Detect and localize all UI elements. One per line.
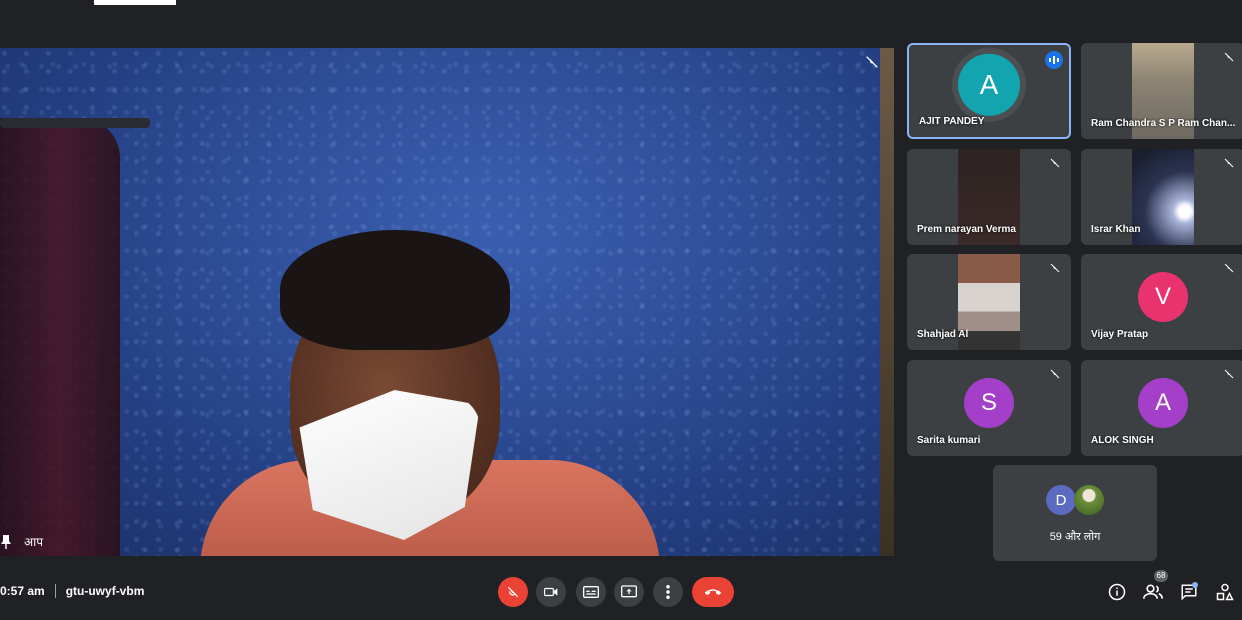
participant-name: Vijay Pratap bbox=[1091, 329, 1149, 340]
bottom-control-bar: 0:57 am gtu-uwyf-vbm 68 bbox=[0, 562, 1242, 620]
avatar: S bbox=[964, 378, 1014, 428]
more-options-button[interactable] bbox=[653, 577, 683, 607]
more-participants-label: 59 और लोग bbox=[1049, 531, 1101, 543]
participant-tile-prem-narayan-verma[interactable]: Prem narayan Verma bbox=[907, 149, 1071, 245]
participant-name: AJIT PANDEY bbox=[919, 116, 985, 127]
curtain-rod bbox=[0, 118, 150, 128]
leave-call-button[interactable] bbox=[692, 577, 734, 607]
curtain bbox=[0, 118, 120, 556]
participant-tile-ajit-pandey[interactable]: A AJIT PANDEY bbox=[907, 43, 1071, 139]
participant-tile-shahjad-al[interactable]: Shahjad Al bbox=[907, 254, 1071, 350]
participants-button[interactable] bbox=[1143, 582, 1163, 602]
divider bbox=[54, 584, 56, 598]
top-bar bbox=[0, 0, 1242, 46]
camera-feed bbox=[1132, 149, 1194, 245]
speaking-indicator-icon bbox=[1045, 51, 1063, 69]
participant-tile-israr-khan[interactable]: Israr Khan bbox=[1081, 149, 1242, 245]
pin-icon[interactable] bbox=[0, 534, 12, 549]
doorframe bbox=[880, 48, 894, 556]
mic-off-icon bbox=[1224, 52, 1234, 62]
mic-off-icon bbox=[1050, 263, 1060, 273]
participant-tile-ram-chandra[interactable]: Ram Chandra S P Ram Chan... bbox=[1081, 43, 1242, 139]
video-camera-icon bbox=[544, 587, 558, 597]
mic-off-icon bbox=[866, 56, 878, 68]
meeting-details-button[interactable] bbox=[1107, 582, 1127, 602]
avatar: A bbox=[958, 53, 1020, 116]
participant-tile-sarita-kumari[interactable]: S Sarita kumari bbox=[907, 360, 1071, 456]
meeting-code: gtu-uwyf-vbm bbox=[65, 584, 145, 598]
captions-icon bbox=[583, 586, 599, 598]
participant-tile-alok-singh[interactable]: A ALOK SINGH bbox=[1081, 360, 1242, 456]
mini-avatar-photo bbox=[1074, 485, 1104, 515]
top-tab-indicator bbox=[94, 0, 176, 5]
camera-toggle-button[interactable] bbox=[536, 577, 566, 607]
mini-avatar: D bbox=[1046, 485, 1076, 515]
clock: 0:57 am bbox=[0, 584, 45, 598]
activities-button[interactable] bbox=[1215, 582, 1235, 602]
self-label-text: आप bbox=[24, 535, 44, 549]
present-screen-button[interactable] bbox=[614, 577, 644, 607]
mic-off-icon bbox=[1224, 369, 1234, 379]
avatar: A bbox=[1138, 378, 1188, 428]
participant-name: Sarita kumari bbox=[917, 435, 981, 446]
present-screen-icon bbox=[621, 585, 637, 598]
captions-button[interactable] bbox=[576, 577, 606, 607]
avatar: V bbox=[1138, 272, 1188, 322]
more-participants-tile[interactable]: D 59 और लोग bbox=[993, 465, 1157, 561]
self-label: आप bbox=[0, 533, 43, 550]
hang-up-icon bbox=[704, 589, 722, 595]
participant-name: Israr Khan bbox=[1091, 224, 1141, 235]
participant-tile-vijay-pratap[interactable]: V Vijay Pratap bbox=[1081, 254, 1242, 350]
info-icon bbox=[1108, 583, 1126, 601]
activities-icon bbox=[1216, 583, 1234, 601]
participant-name: Shahjad Al bbox=[917, 329, 969, 340]
participant-name: Ram Chandra S P Ram Chan... bbox=[1091, 118, 1236, 129]
more-vert-icon bbox=[666, 585, 670, 599]
participant-name: ALOK SINGH bbox=[1091, 435, 1154, 446]
presenter-figure bbox=[190, 230, 660, 556]
mic-off-icon bbox=[1224, 263, 1234, 273]
microphone-toggle-button[interactable] bbox=[498, 577, 528, 607]
people-icon bbox=[1143, 584, 1163, 599]
participant-name: Prem narayan Verma bbox=[917, 224, 1016, 235]
meeting-info: 0:57 am gtu-uwyf-vbm bbox=[0, 584, 144, 598]
participants-count-badge: 68 bbox=[1154, 570, 1168, 582]
mic-off-icon bbox=[507, 586, 519, 598]
main-video[interactable]: आप bbox=[0, 48, 894, 556]
chat-notification-dot bbox=[1192, 582, 1198, 588]
mic-off-icon bbox=[1224, 158, 1234, 168]
mic-off-icon bbox=[1050, 158, 1060, 168]
mic-off-icon bbox=[1050, 369, 1060, 379]
